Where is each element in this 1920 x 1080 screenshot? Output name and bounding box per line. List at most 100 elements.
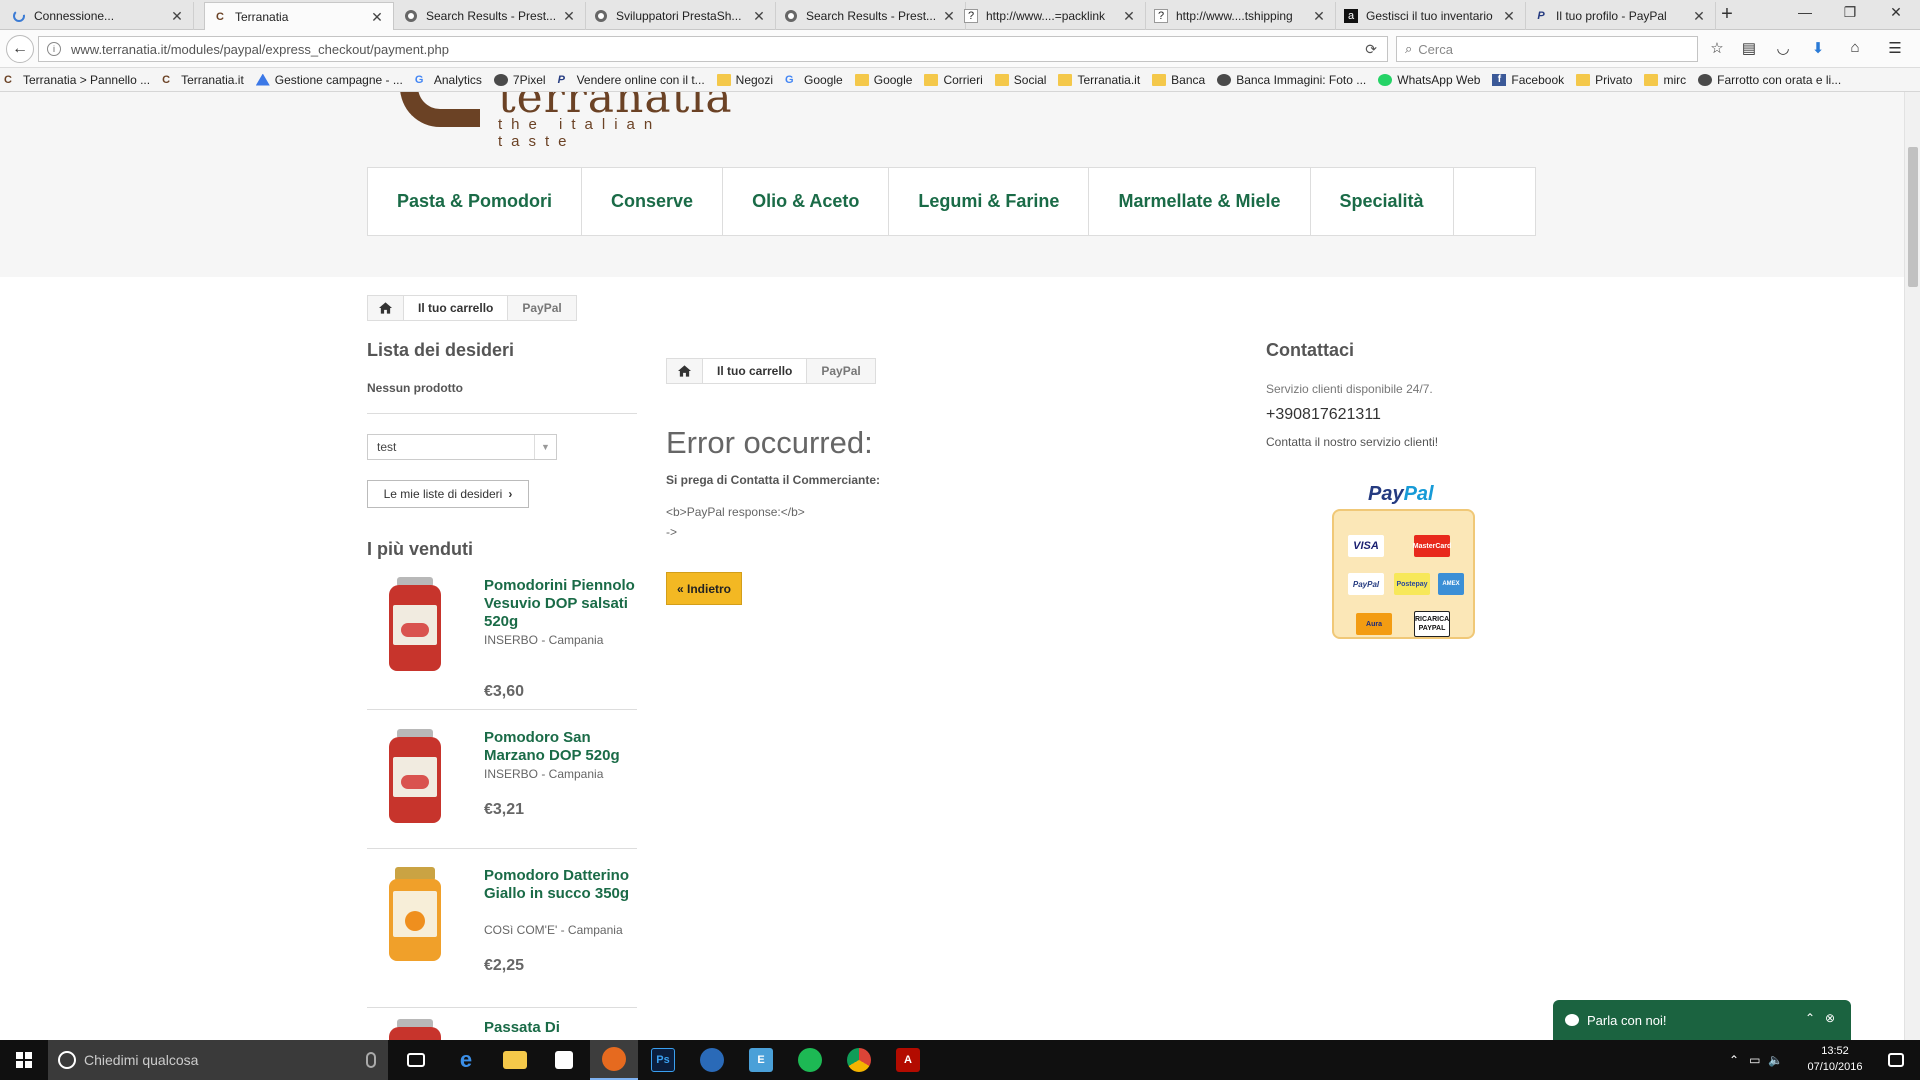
my-wishlists-button[interactable]: Le mie liste di desideri › [367, 480, 529, 508]
page-scrollbar[interactable] [1904, 92, 1920, 1040]
file-explorer-icon[interactable] [491, 1040, 539, 1080]
reload-icon[interactable]: ⟳ [1365, 41, 1377, 58]
bookmark-item[interactable]: G Google [785, 73, 843, 87]
tab-shipping[interactable]: ? http://www....tshipping ✕ [1146, 2, 1336, 30]
bookmark-item[interactable]: Farrotto con orata e li... [1698, 73, 1841, 87]
photoshop-icon[interactable]: Ps [639, 1040, 687, 1080]
chat-widget[interactable]: Parla con noi! ⌃ ⊗ [1553, 1000, 1851, 1040]
tab-search-results-1[interactable]: Search Results - Prest... ✕ [396, 2, 586, 30]
search-input[interactable]: ⌕ Cerca [1396, 36, 1698, 62]
app-icon[interactable]: E [737, 1040, 785, 1080]
product-image[interactable] [387, 867, 443, 967]
bookmark-folder[interactable]: Google [854, 73, 912, 87]
bookmark-item[interactable]: G Analytics [415, 73, 482, 87]
back-arrow-icon[interactable]: ← [6, 35, 34, 63]
notifications-icon[interactable] [1872, 1040, 1920, 1080]
tab-packlink[interactable]: ? http://www....=packlink ✕ [956, 2, 1146, 30]
bookmark-folder[interactable]: Terranatia.it [1058, 73, 1140, 87]
home-icon[interactable] [368, 296, 404, 320]
bestseller-product[interactable]: Pomodoro Datterino Giallo in succo 350g … [367, 867, 639, 1008]
acrobat-icon[interactable]: A [884, 1040, 932, 1080]
menu-legumi-farine[interactable]: Legumi & Farine [889, 168, 1090, 235]
network-icon[interactable]: ▭ [1749, 1053, 1760, 1067]
chevron-up-icon[interactable]: ⌃ [1729, 1053, 1739, 1067]
chrome-icon[interactable] [835, 1040, 883, 1080]
product-name[interactable]: Pomodorini Piennolo Vesuvio DOP salsati … [484, 577, 639, 631]
bestseller-product[interactable]: Pomodoro San Marzano DOP 520g INSERBO - … [367, 729, 637, 864]
product-name[interactable]: Pomodoro Datterino Giallo in succo 350g [484, 867, 639, 903]
microphone-icon[interactable] [366, 1052, 376, 1068]
tab-terranatia[interactable]: C Terranatia ✕ [204, 2, 394, 31]
volume-icon[interactable]: 🔈 [1768, 1053, 1783, 1067]
minimize-icon[interactable]: — [1785, 4, 1825, 24]
bookmark-item[interactable]: C Terranatia.it [162, 73, 244, 87]
close-icon[interactable]: ✕ [561, 8, 577, 25]
task-view-icon[interactable] [392, 1040, 440, 1080]
bookmark-folder[interactable]: Banca [1152, 73, 1205, 87]
windows-start-icon[interactable] [0, 1040, 48, 1080]
url-bar[interactable]: i www.terranatia.it/modules/paypal/expre… [38, 36, 1388, 62]
tab-sviluppatori[interactable]: Sviluppatori PrestaSh... ✕ [586, 2, 776, 30]
restore-icon[interactable]: ❐ [1830, 4, 1870, 24]
product-name[interactable]: Passata Di [484, 1019, 639, 1037]
bestseller-product[interactable]: Passata Di [367, 1019, 637, 1040]
close-icon[interactable]: ✕ [1311, 8, 1327, 25]
close-window-icon[interactable]: ✕ [1876, 4, 1916, 24]
hamburger-menu-icon[interactable]: ☰ [1885, 39, 1905, 59]
product-name[interactable]: Pomodoro San Marzano DOP 520g [484, 729, 639, 765]
close-icon[interactable]: ⊗ [1825, 1011, 1835, 1025]
product-image[interactable] [387, 577, 443, 677]
bookmark-item[interactable]: f Facebook [1492, 73, 1564, 87]
close-icon[interactable]: ✕ [369, 9, 385, 26]
bookmark-folder[interactable]: Corrieri [924, 73, 983, 87]
product-image[interactable] [387, 729, 443, 829]
close-icon[interactable]: ✕ [941, 8, 957, 25]
cortana-search[interactable]: Chiedimi qualcosa [48, 1040, 388, 1080]
close-icon[interactable]: ✕ [169, 8, 185, 25]
wishlist-select[interactable]: test ▼ [367, 434, 557, 460]
breadcrumb-cart[interactable]: Il tuo carrello [703, 359, 807, 383]
bookmark-star-icon[interactable]: ☆ [1707, 39, 1727, 59]
tab-connessione[interactable]: Connessione... ✕ [4, 2, 194, 30]
bestseller-product[interactable]: Pomodorini Piennolo Vesuvio DOP salsati … [367, 577, 637, 712]
bookmark-item[interactable]: Gestione campagne - ... [255, 73, 403, 87]
spotify-icon[interactable] [786, 1040, 834, 1080]
home-icon[interactable] [667, 359, 703, 383]
scrollbar-thumb[interactable] [1908, 147, 1918, 287]
bookmark-folder[interactable]: Social [994, 73, 1046, 87]
pocket-icon[interactable]: ◡ [1773, 39, 1793, 59]
edge-icon[interactable]: e [442, 1040, 490, 1080]
menu-conserve[interactable]: Conserve [582, 168, 724, 235]
tab-amazon-inventario[interactable]: a Gestisci il tuo inventario ✕ [1336, 2, 1526, 30]
bookmark-item[interactable]: WhatsApp Web [1378, 73, 1480, 87]
bookmark-folder[interactable]: mirc [1644, 73, 1686, 87]
menu-marmellate-miele[interactable]: Marmellate & Miele [1089, 168, 1311, 235]
home-icon[interactable]: ⌂ [1845, 39, 1865, 59]
back-button[interactable]: « Indietro [666, 572, 742, 605]
bookmark-folder[interactable]: Negozi [716, 73, 773, 87]
bookmark-item[interactable]: Banca Immagini: Foto ... [1217, 73, 1366, 87]
bookmark-folder[interactable]: Privato [1576, 73, 1632, 87]
reading-list-icon[interactable]: ▤ [1739, 39, 1759, 59]
new-tab-button[interactable]: + [1716, 4, 1738, 26]
tab-paypal-profilo[interactable]: P Il tuo profilo - PayPal ✕ [1526, 2, 1716, 30]
breadcrumb-cart[interactable]: Il tuo carrello [404, 296, 508, 320]
bookmark-item[interactable]: P Vendere online con il t... [558, 73, 705, 87]
chevron-up-icon[interactable]: ⌃ [1805, 1011, 1815, 1025]
bookmark-item[interactable]: C Terranatia > Pannello ... [4, 73, 150, 87]
close-icon[interactable]: ✕ [1691, 8, 1707, 25]
firefox-icon[interactable] [590, 1040, 638, 1080]
info-icon[interactable]: i [47, 42, 61, 56]
bookmark-item[interactable]: 7Pixel [493, 73, 546, 87]
tab-search-results-2[interactable]: Search Results - Prest... ✕ [776, 2, 966, 30]
close-icon[interactable]: ✕ [1121, 8, 1137, 25]
thunderbird-icon[interactable] [688, 1040, 736, 1080]
site-logo[interactable]: terranatia the italian taste [400, 92, 740, 150]
product-image[interactable] [387, 1019, 443, 1040]
download-icon[interactable]: ⬇ [1808, 39, 1828, 59]
close-icon[interactable]: ✕ [1501, 8, 1517, 25]
store-icon[interactable] [540, 1040, 588, 1080]
close-icon[interactable]: ✕ [751, 8, 767, 25]
menu-olio-aceto[interactable]: Olio & Aceto [723, 168, 890, 235]
menu-specialita[interactable]: Specialità [1311, 168, 1454, 235]
